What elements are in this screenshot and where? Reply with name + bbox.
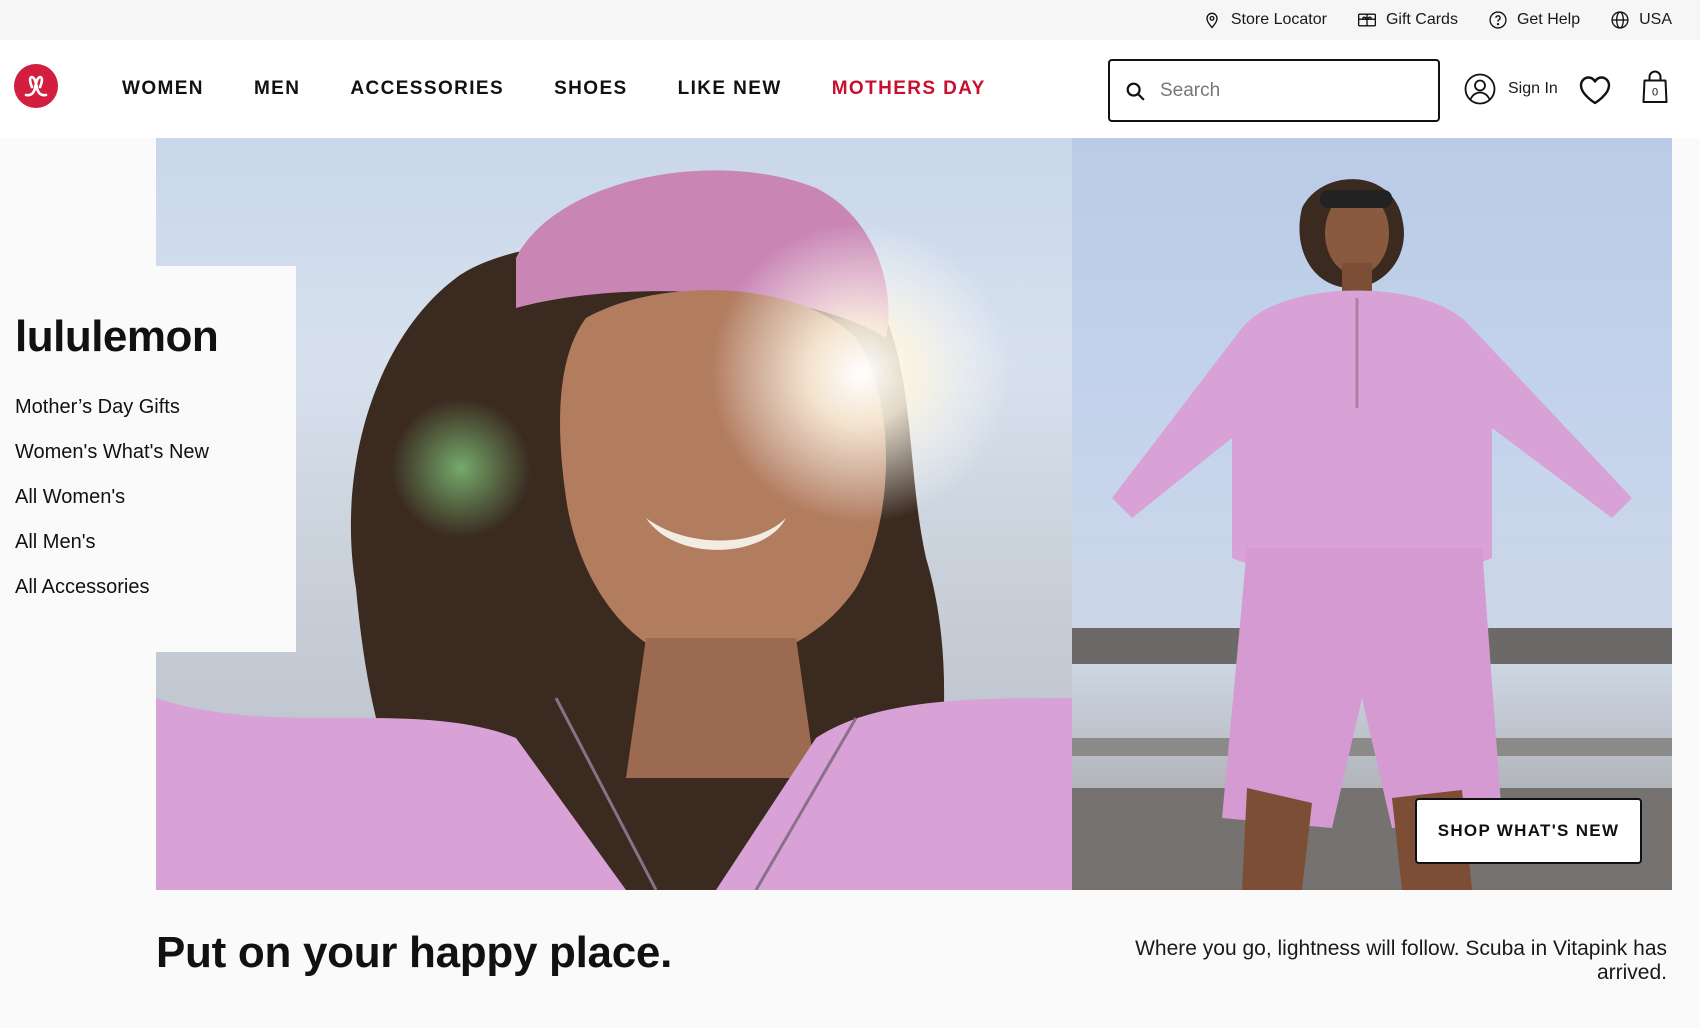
heart-icon[interactable] [1578, 74, 1612, 106]
nav-mothers-day[interactable]: MOTHERS DAY [832, 78, 986, 100]
store-locator-label: Store Locator [1230, 11, 1327, 28]
nav-like-new[interactable]: LIKE NEW [678, 78, 782, 100]
nav-men[interactable]: MEN [254, 78, 300, 100]
hero-headline: Put on your happy place. [156, 928, 672, 977]
get-help-label: Get Help [1516, 11, 1581, 28]
gift-card-icon [1357, 13, 1376, 27]
logo-mark-icon [24, 75, 48, 97]
category-list: Mother’s Day Gifts Women's What's New Al… [15, 396, 209, 621]
search-icon[interactable] [1124, 80, 1146, 102]
hero-photo-woman-in-pink-set [1072, 179, 1672, 890]
shop-whats-new-button[interactable]: SHOP WHAT'S NEW [1415, 798, 1642, 864]
bag-count: 0 [1652, 87, 1658, 99]
globe-icon [1611, 11, 1629, 29]
region-label: USA [1639, 11, 1672, 28]
search-box [1108, 59, 1440, 122]
get-help-link[interactable]: Get Help [1488, 10, 1580, 30]
nav-shoes[interactable]: SHOES [554, 78, 628, 100]
category-link-all-mens[interactable]: All Men's [15, 531, 209, 576]
help-circle-icon [1489, 11, 1507, 29]
category-link-womens-whats-new[interactable]: Women's What's New [15, 441, 209, 486]
category-link-mothers-day-gifts[interactable]: Mother’s Day Gifts [15, 396, 209, 441]
store-locator-link[interactable]: Store Locator [1202, 10, 1327, 30]
category-link-all-accessories[interactable]: All Accessories [15, 576, 209, 621]
brand-title: lululemon [15, 312, 219, 361]
lululemon-logo[interactable] [14, 64, 58, 108]
sign-in-button[interactable]: Sign In [1464, 72, 1558, 106]
hero-image-right [1072, 138, 1672, 890]
user-icon [1464, 73, 1496, 105]
hero-subline: Where you go, lightness will follow. Scu… [1135, 937, 1667, 984]
main-nav: WOMEN MEN ACCESSORIES SHOES LIKE NEW MOT… [122, 40, 986, 138]
bag-icon[interactable]: 0 [1641, 70, 1669, 104]
location-pin-icon [1206, 12, 1218, 29]
category-panel: lululemon Mother’s Day Gifts Women's Wha… [0, 266, 296, 652]
gift-cards-label: Gift Cards [1385, 11, 1458, 28]
region-selector[interactable]: USA [1610, 10, 1672, 30]
gift-cards-link[interactable]: Gift Cards [1357, 10, 1458, 30]
sign-in-label: Sign In [1508, 80, 1558, 97]
category-link-all-womens[interactable]: All Women's [15, 486, 209, 531]
utility-bar: Store Locator Gift Cards Get Help USA [0, 0, 1700, 40]
site-header: WOMEN MEN ACCESSORIES SHOES LIKE NEW MOT… [0, 40, 1700, 138]
search-input[interactable] [1160, 79, 1400, 102]
nav-women[interactable]: WOMEN [122, 78, 204, 100]
nav-accessories[interactable]: ACCESSORIES [350, 78, 504, 100]
